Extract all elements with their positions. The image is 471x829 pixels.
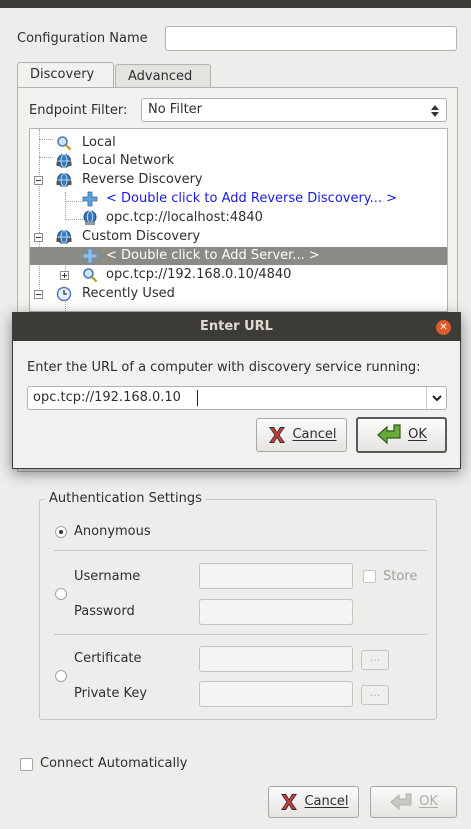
configuration-name-input[interactable] [165, 26, 457, 51]
endpoint-filter-value: No Filter [148, 102, 203, 117]
enter-url-dialog: Enter URL ✕ Enter the URL of a computer … [12, 312, 461, 469]
private-key-browse-button[interactable]: ... [361, 685, 389, 705]
tree-item-local-network[interactable]: Local Network [30, 152, 447, 170]
username-password-radio[interactable] [55, 588, 67, 600]
url-dropdown-button[interactable] [426, 387, 446, 409]
endpoint-filter-label: Endpoint Filter: [29, 103, 128, 118]
cancel-button-label: Cancel [304, 794, 349, 809]
tree-item-localhost-server[interactable]: opc.tcp://localhost:4840 [30, 209, 447, 227]
magnifier-icon [57, 136, 72, 151]
tab-advanced-label: Advanced [128, 69, 193, 84]
dialog-ok-button[interactable]: OK [356, 417, 447, 453]
expand-icon[interactable] [60, 271, 69, 280]
dialog-cancel-button[interactable]: Cancel [256, 418, 347, 452]
anonymous-radio[interactable] [55, 526, 67, 538]
red-x-icon [269, 427, 286, 443]
anonymous-label: Anonymous [74, 524, 151, 539]
connect-automatically-label: Connect Automatically [40, 756, 188, 771]
updown-arrows-icon [431, 105, 439, 117]
private-key-input[interactable] [199, 681, 353, 707]
tree-item-custom-discovery[interactable]: Custom Discovery [30, 228, 447, 246]
tree-item-add-server[interactable]: < Double click to Add Server... > [30, 247, 447, 265]
window-top-edge [0, 0, 471, 8]
network-globe-icon [56, 230, 72, 244]
divider [54, 634, 427, 635]
tree-item-custom-server[interactable]: opc.tcp://192.168.0.10/4840 [30, 266, 447, 284]
certificate-browse-button[interactable]: ... [361, 650, 389, 670]
tree-item-add-reverse-discovery[interactable]: < Double click to Add Reverse Discovery.… [30, 190, 447, 208]
enter-arrow-icon [377, 424, 401, 445]
discovery-tree[interactable]: Local Local Network Reverse Discovery < … [29, 128, 448, 312]
close-icon[interactable]: ✕ [436, 320, 451, 335]
store-label: Store [383, 569, 418, 584]
network-globe-icon [56, 173, 72, 187]
dialog-cancel-label: Cancel [292, 427, 337, 442]
plus-icon [82, 248, 98, 264]
dialog-title: Enter URL [200, 319, 273, 334]
globe-server-icon [83, 210, 97, 225]
password-label: Password [74, 604, 135, 619]
connect-automatically-checkbox[interactable] [20, 758, 33, 771]
cancel-button[interactable]: Cancel [268, 786, 359, 818]
authentication-settings-title: Authentication Settings [45, 491, 206, 506]
certificate-input[interactable] [199, 646, 353, 672]
username-label: Username [74, 569, 141, 584]
private-key-label: Private Key [74, 686, 148, 701]
tree-connector [65, 302, 66, 311]
endpoint-filter-select[interactable]: No Filter [141, 98, 447, 122]
certificate-label: Certificate [74, 651, 142, 666]
collapse-icon[interactable] [34, 176, 43, 185]
tab-advanced[interactable]: Advanced [115, 64, 211, 88]
red-x-icon [281, 794, 298, 810]
dialog-ok-label: OK [408, 427, 427, 442]
store-checkbox[interactable] [363, 570, 376, 583]
tree-item-reverse-discovery[interactable]: Reverse Discovery [30, 171, 447, 189]
collapse-icon[interactable] [34, 290, 43, 299]
tree-item-local[interactable]: Local [30, 134, 447, 152]
divider [54, 550, 427, 551]
username-input[interactable] [199, 563, 353, 589]
collapse-icon[interactable] [34, 233, 43, 242]
dialog-title-bar: Enter URL ✕ [13, 313, 460, 341]
tab-discovery-label: Discovery [30, 67, 95, 82]
chevron-down-icon [432, 395, 442, 402]
tree-item-recently-used[interactable]: Recently Used [30, 285, 447, 303]
password-input[interactable] [199, 599, 353, 625]
url-combo-input[interactable]: opc.tcp://192.168.0.10 [27, 386, 447, 410]
url-input-value: opc.tcp://192.168.0.10 [33, 390, 181, 405]
certificate-radio[interactable] [55, 670, 67, 682]
network-globe-icon [56, 154, 72, 168]
dialog-prompt: Enter the URL of a computer with discove… [27, 360, 421, 375]
ok-button-label: OK [419, 794, 438, 809]
text-cursor [197, 390, 198, 406]
magnifier-icon [83, 268, 98, 283]
ok-button[interactable]: OK [370, 786, 457, 818]
configuration-name-label: Configuration Name [17, 31, 148, 46]
clock-icon [56, 286, 72, 302]
tab-discovery[interactable]: Discovery [17, 62, 114, 88]
plus-icon [82, 191, 98, 207]
enter-arrow-icon [390, 793, 412, 811]
